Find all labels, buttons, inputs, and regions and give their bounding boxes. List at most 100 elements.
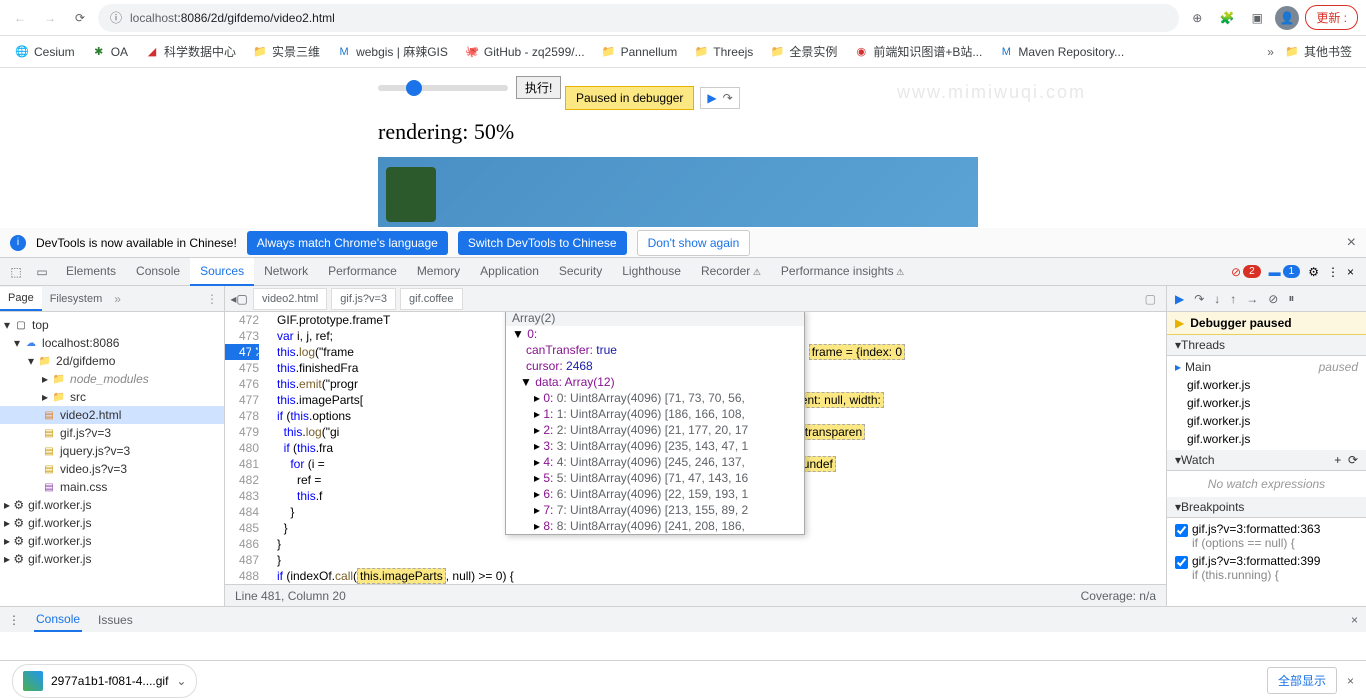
bookmark-item[interactable]: 📁Threejs xyxy=(687,39,759,64)
code-editor[interactable]: 4724734744754764774784794804814824834844… xyxy=(225,312,1166,584)
download-chevron-icon[interactable]: ⌄ xyxy=(176,674,186,688)
match-language-button[interactable]: Always match Chrome's language xyxy=(247,231,448,255)
console-close-icon[interactable]: × xyxy=(1351,613,1358,627)
thread-worker[interactable]: gif.worker.js xyxy=(1167,412,1366,430)
left-more-icon[interactable]: ⋮ xyxy=(206,292,218,306)
tree-video2[interactable]: ▤video2.html xyxy=(0,406,224,424)
more-icon[interactable]: ⋮ xyxy=(1327,265,1339,279)
tree-worker1[interactable]: ▸ ⚙ gif.worker.js xyxy=(0,496,224,514)
download-item[interactable]: 2977a1b1-f081-4....gif ⌄ xyxy=(12,664,197,698)
other-bookmarks[interactable]: 📁其他书签 xyxy=(1278,39,1358,64)
tree-src[interactable]: ▸ 📁src xyxy=(0,388,224,406)
bookmark-item[interactable]: 📁全景实例 xyxy=(763,39,843,64)
bookmarks-overflow[interactable]: » xyxy=(1267,45,1274,59)
tree-worker4[interactable]: ▸ ⚙ gif.worker.js xyxy=(0,550,224,568)
notice-close-icon[interactable]: × xyxy=(1347,234,1356,252)
step-over-button[interactable]: ↷ xyxy=(1194,292,1204,306)
bp-checkbox[interactable] xyxy=(1175,524,1188,537)
tree-worker3[interactable]: ▸ ⚙ gif.worker.js xyxy=(0,532,224,550)
bookmark-icon[interactable]: ▣ xyxy=(1245,6,1269,30)
bookmark-item[interactable]: ◢科学数据中心 xyxy=(138,39,242,64)
console-tab[interactable]: Console xyxy=(34,608,82,632)
filetab-video2[interactable]: video2.html xyxy=(253,288,327,310)
profile-icon[interactable]: 👤 xyxy=(1275,6,1299,30)
threads-header[interactable]: ▾ Threads xyxy=(1167,335,1366,356)
devtools-tab-network[interactable]: Network xyxy=(254,258,318,286)
dont-show-button[interactable]: Don't show again xyxy=(637,230,751,256)
devtools-close-icon[interactable]: × xyxy=(1347,265,1354,279)
errors-badge[interactable]: ⊘2 xyxy=(1231,265,1261,279)
devtools-tab-recorder[interactable]: Recorder ⚠ xyxy=(691,258,771,286)
tree-host[interactable]: ▾ ☁localhost:8086 xyxy=(0,334,224,352)
device-icon[interactable]: ▭ xyxy=(30,265,54,279)
url-bar[interactable]: ⓘ localhost:8086/2d/gifdemo/video2.html xyxy=(98,4,1179,32)
bookmark-item[interactable]: 🌐Cesium xyxy=(8,39,81,64)
filetab-gifcoffee[interactable]: gif.coffee xyxy=(400,288,462,310)
settings-icon[interactable]: ⚙ xyxy=(1308,265,1319,279)
issues-tab[interactable]: Issues xyxy=(96,609,135,631)
back-button[interactable]: ← xyxy=(8,6,32,30)
devtools-tab-security[interactable]: Security xyxy=(549,258,612,286)
filetab-more-icon[interactable]: ▢ xyxy=(1145,292,1162,306)
reload-button[interactable]: ⟳ xyxy=(68,6,92,30)
tree-gifjs[interactable]: ▤gif.js?v=3 xyxy=(0,424,224,442)
thread-worker[interactable]: gif.worker.js xyxy=(1167,430,1366,448)
thread-main[interactable]: ▸Mainpaused xyxy=(1167,358,1366,376)
tree-jquery[interactable]: ▤jquery.js?v=3 xyxy=(0,442,224,460)
bookmark-item[interactable]: ✱OA xyxy=(85,39,134,64)
devtools-tab-console[interactable]: Console xyxy=(126,258,190,286)
console-menu-icon[interactable]: ⋮ xyxy=(8,613,20,627)
tree-worker2[interactable]: ▸ ⚙ gif.worker.js xyxy=(0,514,224,532)
step-button[interactable]: → xyxy=(1246,292,1258,306)
breakpoint-item[interactable]: gif.js?v=3:formatted:399if (this.running… xyxy=(1167,552,1366,584)
forward-button[interactable]: → xyxy=(38,6,62,30)
nav-back-icon[interactable]: ◂▢ xyxy=(229,292,249,306)
refresh-watch-icon[interactable]: ⟳ xyxy=(1348,453,1358,467)
tree-videojs[interactable]: ▤video.js?v=3 xyxy=(0,460,224,478)
devtools-tab-memory[interactable]: Memory xyxy=(407,258,470,286)
filesystem-tab[interactable]: Filesystem xyxy=(42,288,111,310)
left-overflow-icon[interactable]: » xyxy=(114,292,121,306)
execute-button[interactable]: 执行! xyxy=(516,76,561,99)
thread-worker[interactable]: gif.worker.js xyxy=(1167,376,1366,394)
pause-exceptions-button[interactable]: ⏸ xyxy=(1288,291,1294,306)
tree-node-modules[interactable]: ▸ 📁node_modules xyxy=(0,370,224,388)
page-tab[interactable]: Page xyxy=(0,287,42,311)
watch-header[interactable]: ▾ Watch+ ⟳ xyxy=(1167,450,1366,471)
site-info-icon[interactable]: ⓘ xyxy=(110,9,122,26)
update-button[interactable]: 更新 : xyxy=(1305,5,1358,30)
thread-worker[interactable]: gif.worker.js xyxy=(1167,394,1366,412)
devtools-tab-elements[interactable]: Elements xyxy=(56,258,126,286)
devtools-tab-performance-insights[interactable]: Performance insights ⚠ xyxy=(771,258,914,286)
value-tooltip[interactable]: Array(2) ▼ 0: canTransfer: true cursor: … xyxy=(505,312,805,535)
tree-folder[interactable]: ▾ 📁2d/gifdemo xyxy=(0,352,224,370)
bookmark-item[interactable]: 📁实景三维 xyxy=(246,39,326,64)
breakpoint-item[interactable]: gif.js?v=3:formatted:363if (options == n… xyxy=(1167,520,1366,552)
bookmark-item[interactable]: Mwebgis | 麻辣GIS xyxy=(330,39,454,64)
info-badge[interactable]: ▬1 xyxy=(1269,265,1301,279)
tree-top[interactable]: ▾ ▢top xyxy=(0,316,224,334)
extensions-icon[interactable]: 🧩 xyxy=(1215,6,1239,30)
inspect-icon[interactable]: ⬚ xyxy=(4,265,28,279)
deactivate-bp-button[interactable]: ⊘ xyxy=(1268,292,1278,306)
show-all-button[interactable]: 全部显示 xyxy=(1267,667,1337,694)
bookmark-item[interactable]: 📁Pannellum xyxy=(595,39,684,64)
devtools-tab-application[interactable]: Application xyxy=(470,258,549,286)
tree-maincss[interactable]: ▤main.css xyxy=(0,478,224,496)
resume-icon[interactable]: ▶ xyxy=(707,91,716,105)
switch-chinese-button[interactable]: Switch DevTools to Chinese xyxy=(458,231,627,255)
devtools-tab-performance[interactable]: Performance xyxy=(318,258,407,286)
bookmark-item[interactable]: MMaven Repository... xyxy=(992,39,1130,64)
slider-thumb[interactable] xyxy=(406,80,422,96)
add-watch-icon[interactable]: + xyxy=(1334,453,1341,467)
translate-icon[interactable]: ⊕ xyxy=(1185,6,1209,30)
bookmark-item[interactable]: 🐙GitHub - zq2599/... xyxy=(458,39,591,64)
devtools-tab-sources[interactable]: Sources xyxy=(190,258,254,286)
resume-button[interactable]: ▶ xyxy=(1175,292,1184,306)
step-over-icon[interactable]: ↷ xyxy=(723,91,733,105)
filetab-gifjs[interactable]: gif.js?v=3 xyxy=(331,288,396,310)
slider[interactable] xyxy=(378,85,508,91)
step-out-button[interactable]: ↑ xyxy=(1230,292,1236,306)
devtools-tab-lighthouse[interactable]: Lighthouse xyxy=(612,258,691,286)
bookmark-item[interactable]: ◉前端知识图谱+B站... xyxy=(847,39,988,64)
